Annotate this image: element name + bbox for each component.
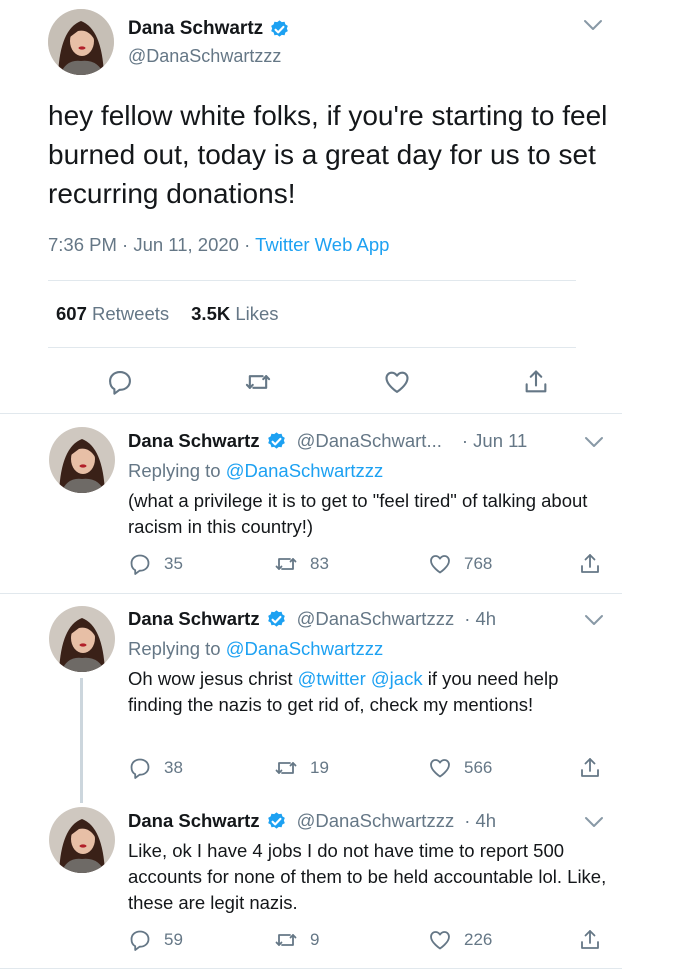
replying-to: Replying to @DanaSchwartzzz [128,460,383,482]
tweet-meta: 7:36 PM · Jun 11, 2020 · Twitter Web App [48,234,389,256]
divider [0,968,622,969]
tweet-timestamp[interactable]: · Jun 11 [462,430,527,452]
mention-link[interactable]: @jack [371,668,423,689]
tweet-text: Oh wow jesus christ @twitter @jack if yo… [128,666,618,718]
heart-icon [428,756,452,780]
tweet-text: hey fellow white folks, if you're starti… [48,100,608,209]
thread-connector [80,678,83,803]
reply-icon [128,552,152,576]
likes-count[interactable]: 3.5K [191,303,230,324]
reply-header: Dana Schwartz @DanaSchwartzzz · 4h [128,810,496,832]
retweet-count: 9 [310,930,320,949]
avatar[interactable] [49,606,115,672]
tweet-text: (what a privilege it is to get to "feel … [128,490,588,537]
author-handle[interactable]: @DanaSchwartzzz [297,810,455,832]
like-button[interactable]: 768 [428,552,492,576]
heart-icon[interactable] [383,368,411,396]
divider [0,593,622,594]
retweets-count[interactable]: 607 [56,303,87,324]
tweet-timestamp[interactable]: · 4h [464,608,496,630]
avatar[interactable] [49,427,115,493]
retweets-label[interactable]: Retweets [92,303,169,324]
like-button[interactable]: 566 [428,756,492,780]
tweet-stats: 607 Retweets 3.5K Likes [56,303,279,325]
replying-to-prefix: Replying to [128,460,226,481]
tweet-source-link[interactable]: Twitter Web App [255,234,389,255]
replying-to-prefix: Replying to [128,638,226,659]
replying-to: Replying to @DanaSchwartzzz [128,638,383,660]
divider [48,280,576,281]
reply-count: 59 [164,930,183,949]
author-name-text: Dana Schwartz [128,18,264,39]
chevron-down-icon[interactable] [584,614,604,626]
author-name[interactable]: Dana Schwartz [128,18,290,40]
reply-count: 38 [164,758,183,777]
replying-to-link[interactable]: @DanaSchwartzzz [226,460,384,481]
tweet-text-part: Oh wow jesus christ [128,668,298,689]
author-name[interactable]: Dana Schwartz [128,608,260,630]
avatar[interactable] [48,9,114,75]
verified-badge-icon [266,609,287,630]
reply-icon[interactable] [106,368,134,396]
tweet-timestamp[interactable]: · 4h [464,810,496,832]
tweet-text: Like, ok I have 4 jobs I do not have tim… [128,840,607,913]
like-count: 226 [464,930,493,949]
author-name[interactable]: Dana Schwartz [128,810,260,832]
reply-button[interactable]: 38 [128,756,183,780]
reply-header: Dana Schwartz @DanaSchwart... · Jun 11 [128,430,527,452]
like-count: 566 [464,758,493,777]
chevron-down-icon[interactable] [583,19,603,31]
tweet-timestamp[interactable]: 7:36 PM · Jun 11, 2020 · [48,234,255,255]
author-name[interactable]: Dana Schwartz [128,430,260,452]
share-icon [578,756,602,780]
likes-label[interactable]: Likes [235,303,278,324]
reply-header: Dana Schwartz @DanaSchwartzzz · 4h [128,608,496,630]
retweet-count: 19 [310,758,329,777]
chevron-down-icon[interactable] [584,436,604,448]
retweet-count: 83 [310,554,329,573]
heart-icon [428,928,452,952]
avatar[interactable] [49,807,115,873]
share-icon [578,928,602,952]
reply-icon [128,756,152,780]
author-handle[interactable]: @DanaSchwartzzz [297,608,455,630]
reply-icon [128,928,152,952]
verified-badge-icon [266,431,287,452]
like-count: 768 [464,554,493,573]
replying-to-link[interactable]: @DanaSchwartzzz [226,638,384,659]
retweet-icon[interactable] [244,368,272,396]
divider [48,347,576,348]
retweet-icon [274,928,298,952]
author-handle[interactable]: @DanaSchwart... [297,430,442,452]
divider [0,413,622,414]
share-button[interactable] [578,552,602,576]
reply-button[interactable]: 35 [128,552,183,576]
tweet-thread: Dana Schwartz @DanaSchwartzzz hey fellow… [0,0,678,979]
mention-link[interactable]: @twitter [298,668,366,689]
share-icon[interactable] [522,368,550,396]
chevron-down-icon[interactable] [584,816,604,828]
retweet-button[interactable]: 19 [274,756,329,780]
like-button[interactable]: 226 [428,928,492,952]
retweet-button[interactable]: 9 [274,928,319,952]
reply-button[interactable]: 59 [128,928,183,952]
share-button[interactable] [578,756,602,780]
share-button[interactable] [578,928,602,952]
retweet-icon [274,552,298,576]
heart-icon [428,552,452,576]
verified-badge-icon [269,19,290,40]
verified-badge-icon [266,811,287,832]
retweet-button[interactable]: 83 [274,552,329,576]
author-handle[interactable]: @DanaSchwartzzz [128,46,281,67]
share-icon [578,552,602,576]
reply-count: 35 [164,554,183,573]
retweet-icon [274,756,298,780]
